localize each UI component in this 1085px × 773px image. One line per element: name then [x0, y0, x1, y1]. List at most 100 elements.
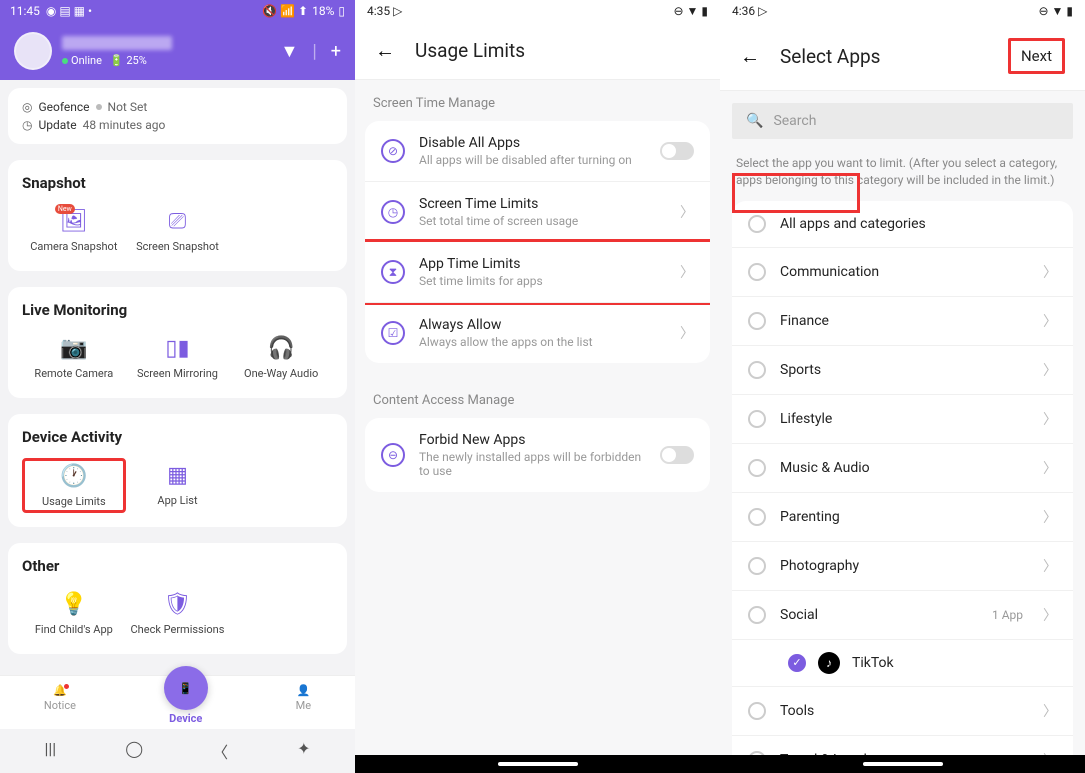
- screen-mirroring-item[interactable]: ▯▮Screen Mirroring: [126, 331, 230, 384]
- cat-sports[interactable]: Sports〉: [732, 346, 1073, 395]
- screen-time-card: ⊘ Disable All AppsAll apps will be disab…: [365, 121, 710, 363]
- cat-communication[interactable]: Communication〉: [732, 248, 1073, 297]
- radio-icon[interactable]: [748, 508, 766, 526]
- cat-photography[interactable]: Photography〉: [732, 542, 1073, 591]
- search-placeholder: Search: [773, 113, 1059, 129]
- radio-icon[interactable]: [748, 459, 766, 477]
- battery-indicator: 🔋 25%: [110, 54, 147, 67]
- remote-camera-item[interactable]: 📷Remote Camera: [22, 331, 126, 384]
- screen-snapshot-item[interactable]: ⎚ Screen Snapshot: [126, 204, 230, 257]
- cat-parenting[interactable]: Parenting〉: [732, 493, 1073, 542]
- phone-icon: 📱: [179, 682, 193, 695]
- radio-icon[interactable]: [748, 361, 766, 379]
- toggle-switch[interactable]: [660, 142, 694, 160]
- disable-icon: ⊘: [381, 139, 405, 163]
- chevron-right-icon: 〉: [1043, 556, 1057, 576]
- bottom-nav: 🔔Notice 📱Device 👤Me: [0, 675, 355, 729]
- forbid-new-apps-row[interactable]: ⊖ Forbid New AppsThe newly installed app…: [365, 418, 710, 492]
- section-label: Content Access Manage: [355, 377, 720, 418]
- status-bar: 4:35 ▷ ⊖ ▼ ▮: [355, 0, 720, 22]
- profile-bar: Online 🔋 25% ▼ | +: [0, 22, 355, 80]
- other-section: Other 💡Find Child's App 🛡Check Permissio…: [8, 543, 347, 654]
- status-time: 11:45: [10, 4, 40, 18]
- device-activity-section: Device Activity 🕐Usage Limits ▦App List: [8, 414, 347, 527]
- mirror-icon: ▯▮: [165, 336, 189, 361]
- home-icon[interactable]: ◯: [125, 739, 143, 763]
- back-button[interactable]: ←: [375, 38, 395, 63]
- radio-icon[interactable]: [748, 312, 766, 330]
- live-monitoring-section: Live Monitoring 📷Remote Camera ▯▮Screen …: [8, 287, 347, 398]
- nav-device[interactable]: 📱Device: [164, 684, 208, 725]
- usage-limits-item[interactable]: 🕐Usage Limits: [22, 458, 126, 513]
- nav-notice[interactable]: 🔔Notice: [44, 684, 76, 725]
- nav-me[interactable]: 👤Me: [296, 684, 311, 725]
- p1-header: 11:45 ◉ ▤ ▦ • 🔇 📶 ⬆ 18% ▯ Online 🔋 25%: [0, 0, 355, 80]
- app-tiktok[interactable]: ✓ ♪ TikTok: [732, 640, 1073, 687]
- forbid-icon: ⊖: [381, 443, 405, 467]
- item-label: Screen Snapshot: [136, 240, 219, 253]
- cat-all[interactable]: All apps and categories: [732, 201, 1073, 248]
- find-child-app-item[interactable]: 💡Find Child's App: [22, 587, 126, 640]
- avatar[interactable]: [14, 32, 52, 70]
- update-value: 48 minutes ago: [83, 118, 166, 132]
- add-icon[interactable]: +: [331, 41, 341, 62]
- status-battery: 18%: [312, 4, 334, 18]
- cat-lifestyle[interactable]: Lifestyle〉: [732, 395, 1073, 444]
- status-time: 4:36: [732, 4, 755, 18]
- geofence-value: Not Set: [108, 100, 148, 114]
- shield-icon: 🛡: [164, 592, 192, 617]
- page-header: ← Usage Limits: [355, 22, 720, 80]
- chevron-right-icon: 〉: [1043, 605, 1057, 625]
- accessibility-icon[interactable]: ✦: [297, 739, 310, 763]
- status-icons: ⊖ ▼ ▮: [1039, 4, 1074, 18]
- app-time-limits-row[interactable]: ⧗ App Time LimitsSet time limits for app…: [365, 239, 710, 305]
- check-permissions-item[interactable]: 🛡Check Permissions: [126, 587, 230, 640]
- item-label: Camera Snapshot: [30, 240, 117, 253]
- next-button[interactable]: Next: [1008, 38, 1065, 74]
- help-text: Select the app you want to limit. (After…: [720, 151, 1085, 201]
- toggle-switch[interactable]: [660, 446, 694, 464]
- content-access-card: ⊖ Forbid New AppsThe newly installed app…: [365, 418, 710, 492]
- always-allow-row[interactable]: ☑ Always AllowAlways allow the apps on t…: [365, 302, 710, 363]
- search-input[interactable]: 🔍 Search: [732, 103, 1073, 139]
- radio-checked-icon[interactable]: ✓: [788, 654, 806, 672]
- radio-icon[interactable]: [748, 702, 766, 720]
- cat-finance[interactable]: Finance〉: [732, 297, 1073, 346]
- tiktok-icon: ♪: [818, 652, 840, 674]
- update-icon: ◷: [22, 118, 32, 132]
- status-card: ◎ Geofence Not Set ◷ Update 48 minutes a…: [8, 88, 347, 144]
- bell-icon: 🔔: [53, 684, 67, 697]
- radio-icon[interactable]: [748, 215, 766, 233]
- status-bar: 4:36 ▷ ⊖ ▼ ▮: [720, 0, 1085, 22]
- page-title: Usage Limits: [415, 39, 525, 62]
- cat-travel[interactable]: Travel & Local〉: [732, 736, 1073, 755]
- back-button[interactable]: ←: [740, 44, 760, 69]
- home-pill[interactable]: [498, 762, 578, 766]
- radio-icon[interactable]: [748, 410, 766, 428]
- status-time: 4:35: [367, 4, 390, 18]
- dropdown-icon[interactable]: ▼: [281, 41, 299, 62]
- radio-icon[interactable]: [748, 751, 766, 755]
- chevron-right-icon: 〉: [1043, 360, 1057, 380]
- app-list-item[interactable]: ▦App List: [126, 458, 230, 513]
- radio-icon[interactable]: [748, 557, 766, 575]
- one-way-audio-item[interactable]: 🎧One-Way Audio: [229, 331, 333, 384]
- snapshot-section: Snapshot 🖼 New Camera Snapshot ⎚ Screen …: [8, 160, 347, 271]
- cat-music[interactable]: Music & Audio〉: [732, 444, 1073, 493]
- back-icon[interactable]: 〈: [212, 739, 228, 763]
- disable-all-apps-row[interactable]: ⊘ Disable All AppsAll apps will be disab…: [365, 121, 710, 181]
- home-pill[interactable]: [863, 762, 943, 766]
- chevron-right-icon: 〉: [1043, 262, 1057, 282]
- system-nav-bar: [720, 755, 1085, 773]
- system-nav-bar: ||| ◯ 〈 ✦: [0, 729, 355, 773]
- cat-tools[interactable]: Tools〉: [732, 687, 1073, 736]
- battery-icon: ▯: [338, 4, 345, 18]
- radio-icon[interactable]: [748, 263, 766, 281]
- camera-snapshot-item[interactable]: 🖼 New Camera Snapshot: [22, 204, 126, 257]
- screen-time-limits-row[interactable]: ◷ Screen Time LimitsSet total time of sc…: [365, 181, 710, 242]
- camera-icon: 📷: [60, 336, 87, 361]
- recent-icon[interactable]: |||: [44, 739, 56, 763]
- radio-icon[interactable]: [748, 606, 766, 624]
- cat-social[interactable]: Social1 App〉: [732, 591, 1073, 640]
- geofence-icon: ◎: [22, 100, 32, 114]
